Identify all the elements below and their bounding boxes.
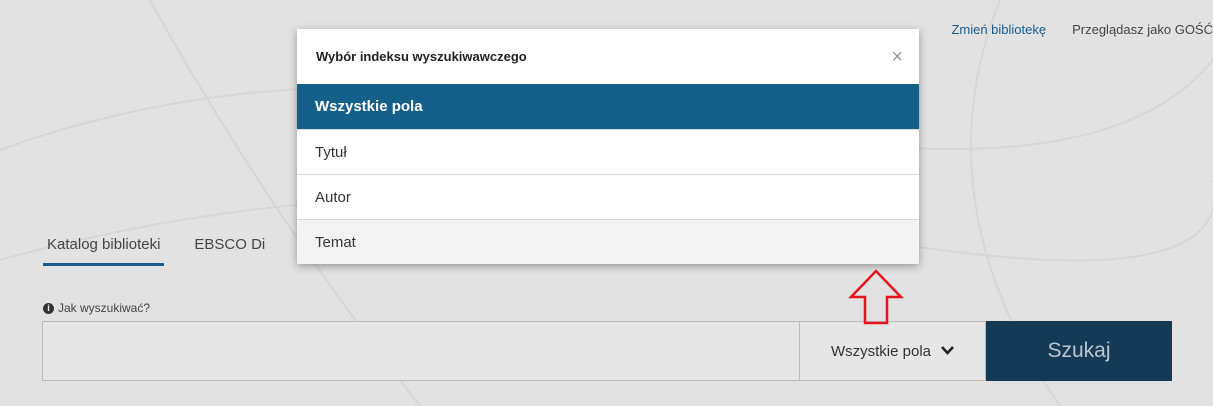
search-help[interactable]: i Jak wyszukiwać? (43, 301, 150, 315)
guest-status: Przeglądasz jako GOŚĆ (1072, 22, 1213, 37)
tab-katalog[interactable]: Katalog biblioteki (43, 236, 165, 266)
index-selection-modal: Wybór indeksu wyszukiwawczego × Wszystki… (297, 29, 919, 264)
tab-ebsco[interactable]: EBSCO Di (190, 236, 269, 266)
top-links: Zmień bibliotekę Przeglądasz jako GOŚĆ (951, 22, 1213, 37)
search-help-label: Jak wyszukiwać? (58, 301, 151, 315)
index-option-all-fields[interactable]: Wszystkie pola (297, 84, 919, 129)
annotation-arrow-icon (848, 269, 904, 325)
index-option-author[interactable]: Autor (297, 174, 919, 219)
chevron-down-icon (941, 344, 954, 358)
index-select-value: Wszystkie pola (830, 342, 932, 360)
search-button[interactable]: Szukaj (986, 321, 1172, 381)
search-tabs: Katalog biblioteki EBSCO Di (43, 236, 269, 266)
info-icon: i (43, 302, 54, 314)
modal-title: Wybór indeksu wyszukiwawczego (316, 49, 527, 64)
search-input[interactable] (42, 321, 800, 381)
change-library-link[interactable]: Zmień bibliotekę (951, 22, 1046, 37)
index-option-subject[interactable]: Temat (297, 219, 919, 264)
close-icon[interactable]: × (891, 47, 903, 67)
search-bar: Wszystkie pola Szukaj (42, 321, 1172, 381)
modal-header: Wybór indeksu wyszukiwawczego × (297, 29, 919, 84)
index-select[interactable]: Wszystkie pola (800, 321, 986, 381)
index-option-title[interactable]: Tytuł (297, 129, 919, 174)
